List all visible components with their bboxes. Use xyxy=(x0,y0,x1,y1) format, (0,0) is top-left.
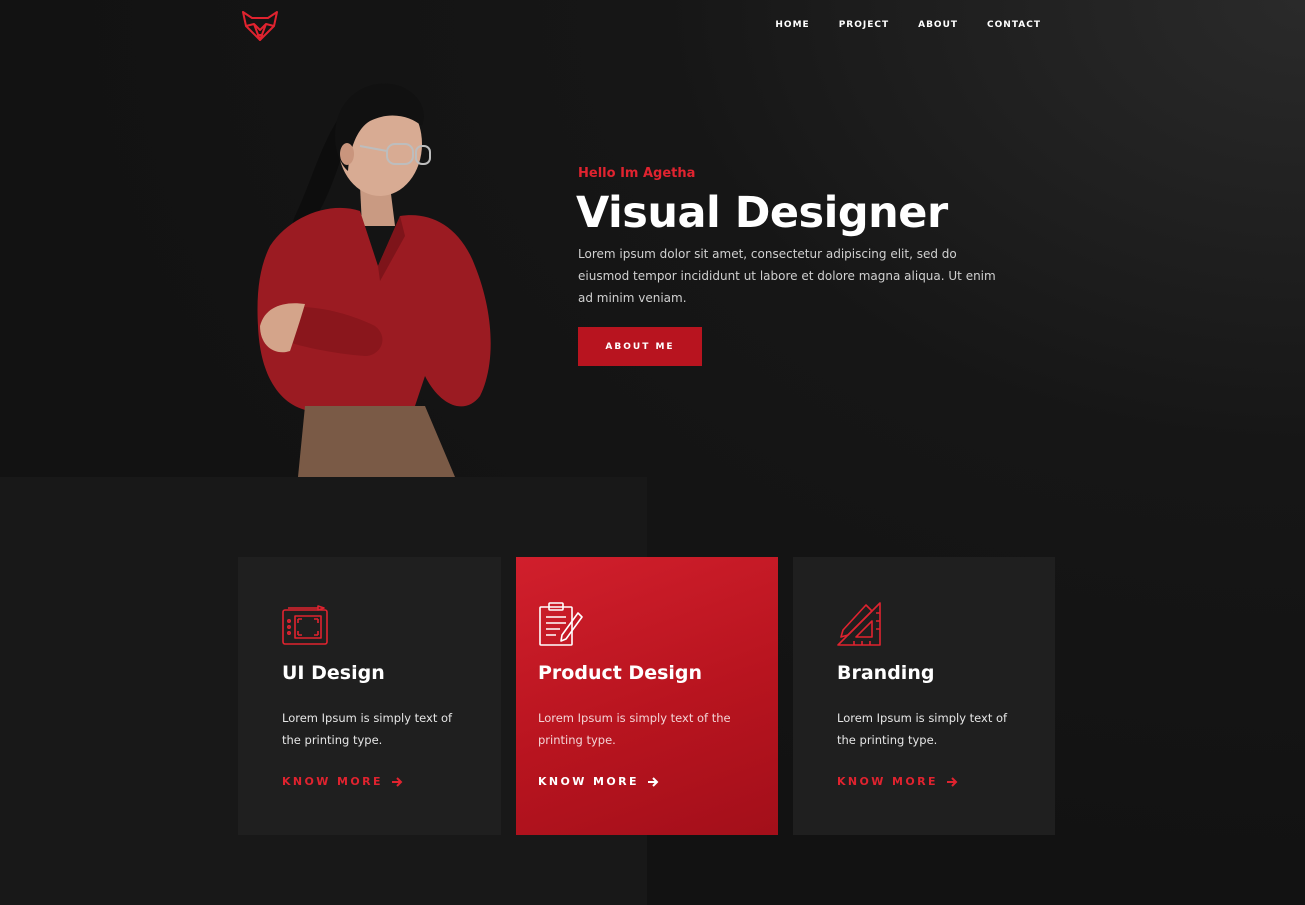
know-more-label: KNOW MORE xyxy=(837,775,938,788)
drawing-tablet-icon xyxy=(282,605,328,645)
know-more-label: KNOW MORE xyxy=(282,775,383,788)
clipboard-pencil-icon xyxy=(539,602,583,646)
hero-title: Visual Designer xyxy=(576,188,948,238)
card-text: Lorem Ipsum is simply text of the printi… xyxy=(538,711,731,747)
service-card-product-design: Product Design Lorem Ipsum is simply tex… xyxy=(516,557,778,835)
card-title: UI Design xyxy=(282,662,385,684)
fox-logo-icon[interactable] xyxy=(240,8,280,44)
card-text: Lorem Ipsum is simply text of the printi… xyxy=(837,711,1008,747)
nav-project[interactable]: PROJECT xyxy=(839,19,889,31)
about-me-button[interactable]: ABOUT ME xyxy=(578,327,702,366)
arrow-right-icon xyxy=(946,776,958,787)
know-more-link[interactable]: KNOW MORE xyxy=(538,775,659,788)
nav-about[interactable]: ABOUT xyxy=(918,19,958,31)
arrow-right-icon xyxy=(647,776,659,787)
card-title: Product Design xyxy=(538,662,703,684)
hero-eyebrow: Hello Im Agetha xyxy=(578,166,696,181)
service-card-ui-design: UI Design Lorem Ipsum is simply text of … xyxy=(238,557,501,835)
know-more-label: KNOW MORE xyxy=(538,775,639,788)
hero-description: Lorem ipsum dolor sit amet, consectetur … xyxy=(578,247,996,305)
main-nav: HOME PROJECT ABOUT CONTACT xyxy=(746,19,1041,31)
know-more-link[interactable]: KNOW MORE xyxy=(837,775,958,788)
card-title: Branding xyxy=(837,662,935,684)
service-card-branding: Branding Lorem Ipsum is simply text of t… xyxy=(793,557,1055,835)
card-text: Lorem Ipsum is simply text of the printi… xyxy=(282,711,453,747)
nav-contact[interactable]: CONTACT xyxy=(987,19,1041,31)
ruler-pencil-icon xyxy=(837,602,881,646)
nav-home[interactable]: HOME xyxy=(775,19,809,31)
know-more-link[interactable]: KNOW MORE xyxy=(282,775,403,788)
designer-portrait xyxy=(257,83,491,477)
arrow-right-icon xyxy=(391,776,403,787)
